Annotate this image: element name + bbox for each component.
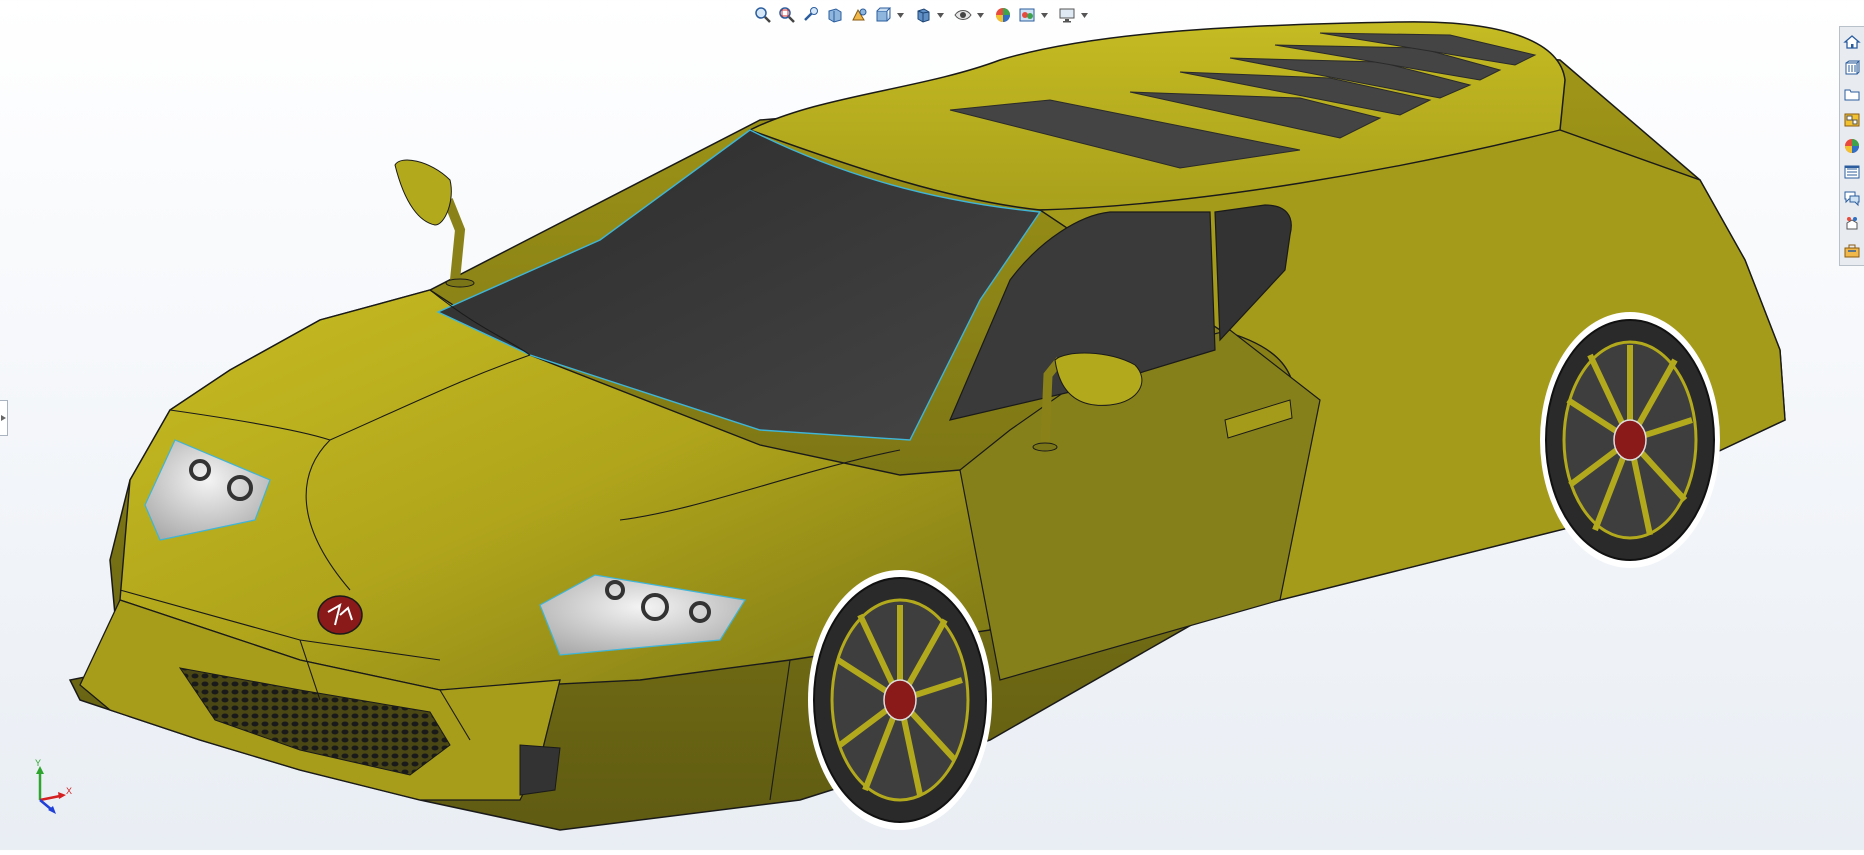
apply-scene-dropdown-icon[interactable] <box>1040 4 1048 26</box>
feature-manager-expand-handle[interactable] <box>0 400 8 436</box>
chevron-right-icon <box>1 415 6 421</box>
front-intake-right <box>519 744 561 796</box>
reference-triad: Y X <box>35 758 72 814</box>
front-wheel <box>808 570 992 830</box>
appearances-scenes-icon[interactable] <box>1840 134 1864 158</box>
view-orientation-dropdown-icon[interactable] <box>896 4 904 26</box>
triad-x-axis <box>39 794 61 802</box>
task-pane-tabs <box>1839 26 1864 266</box>
zoom-to-area-icon[interactable] <box>776 4 798 26</box>
triad-y-label: Y <box>35 758 41 768</box>
design-library-icon[interactable] <box>1840 56 1864 80</box>
view-orientation-icon[interactable] <box>872 4 894 26</box>
3d-content-central-icon[interactable] <box>1840 212 1864 236</box>
apply-scene-icon[interactable] <box>1016 4 1038 26</box>
solidworks-forum-icon[interactable] <box>1840 186 1864 210</box>
view-palette-icon[interactable] <box>1840 108 1864 132</box>
front-badge <box>317 595 363 635</box>
hide-show-items-dropdown-icon[interactable] <box>976 4 984 26</box>
triad-x-label: X <box>66 786 72 796</box>
hide-show-items-icon[interactable] <box>952 4 974 26</box>
display-style-icon[interactable] <box>912 4 934 26</box>
solidworks-resources-icon[interactable] <box>1840 30 1864 54</box>
heads-up-view-toolbar <box>752 4 1088 26</box>
file-explorer-icon[interactable] <box>1840 82 1864 106</box>
zoom-to-fit-icon[interactable] <box>752 4 774 26</box>
side-mirror-left <box>394 159 475 288</box>
graphics-area[interactable] <box>0 0 1864 850</box>
display-style-dropdown-icon[interactable] <box>936 4 944 26</box>
view-settings-icon[interactable] <box>1056 4 1078 26</box>
edit-appearance-icon[interactable] <box>992 4 1014 26</box>
toolbox-icon[interactable] <box>1840 238 1864 262</box>
previous-view-icon[interactable] <box>800 4 822 26</box>
custom-properties-icon[interactable] <box>1840 160 1864 184</box>
section-view-icon[interactable] <box>824 4 846 26</box>
dynamic-annotation-views-icon[interactable] <box>848 4 870 26</box>
car-model-3d[interactable] <box>0 0 1864 850</box>
view-settings-dropdown-icon[interactable] <box>1080 4 1088 26</box>
rear-wheel <box>1540 312 1720 568</box>
